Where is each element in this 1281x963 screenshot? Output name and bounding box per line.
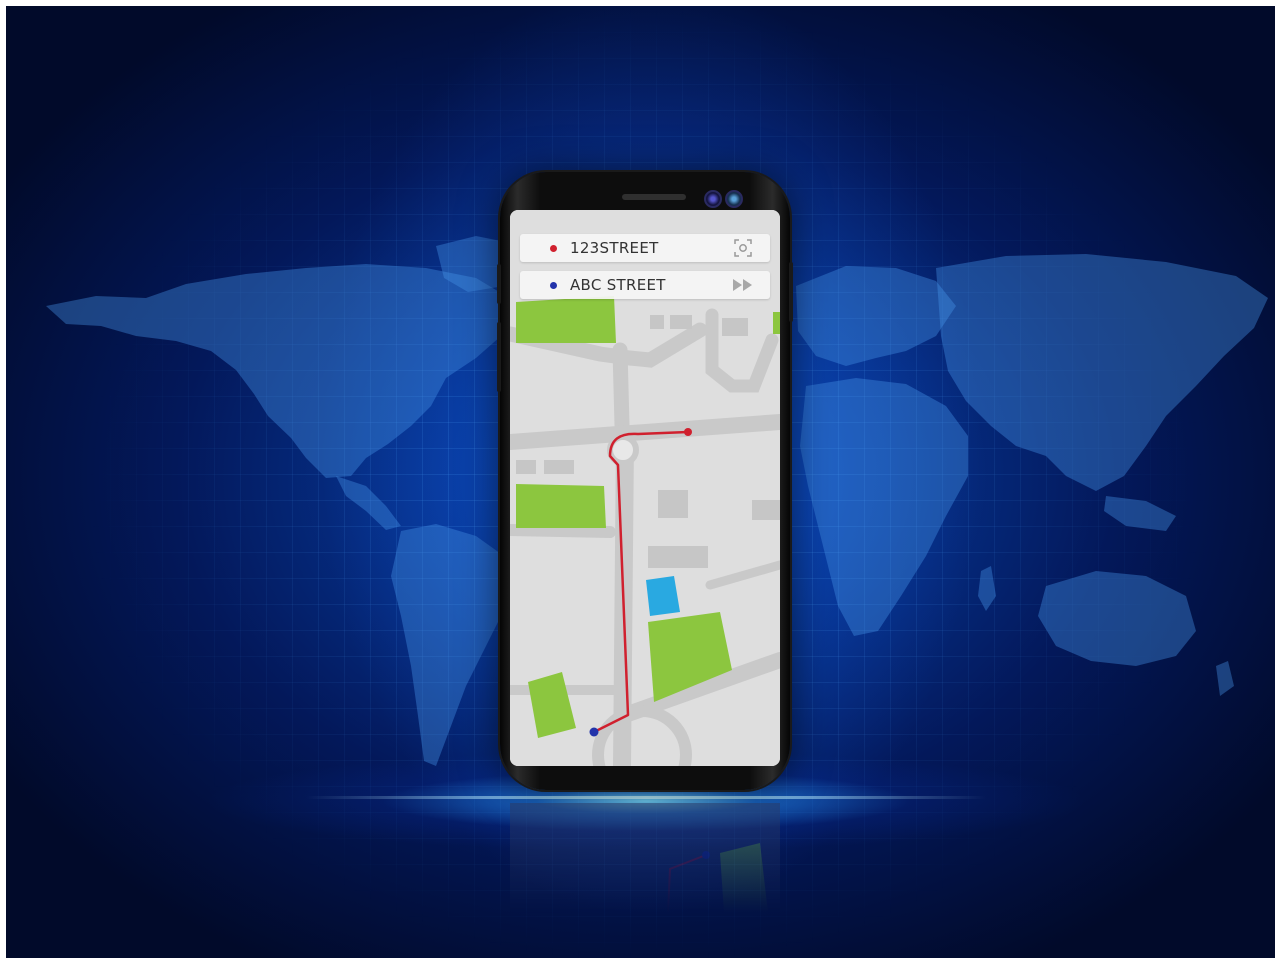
locate-target-icon[interactable] bbox=[730, 237, 756, 259]
park bbox=[773, 312, 780, 334]
sensor-icon bbox=[725, 190, 743, 208]
origin-marker[interactable] bbox=[684, 428, 692, 436]
map-screen[interactable]: 123STREET ABC STREET bbox=[510, 210, 780, 766]
park bbox=[516, 296, 616, 343]
earpiece-speaker bbox=[622, 194, 686, 200]
destination-pin-icon bbox=[550, 281, 557, 289]
building bbox=[650, 315, 664, 329]
volume-button-lower bbox=[497, 322, 501, 392]
origin-label: 123STREET bbox=[570, 239, 659, 257]
reflection-marker bbox=[702, 851, 710, 859]
front-camera-icon bbox=[704, 190, 722, 208]
destination-field[interactable]: ABC STREET bbox=[520, 271, 770, 299]
destination-marker[interactable] bbox=[589, 727, 599, 737]
power-button bbox=[789, 262, 793, 322]
phone-reflection bbox=[510, 803, 780, 913]
floor-light-line bbox=[306, 796, 986, 799]
origin-pin-icon bbox=[550, 244, 557, 252]
reflection-park bbox=[720, 843, 768, 913]
park bbox=[516, 484, 606, 528]
building bbox=[516, 460, 536, 474]
smartphone: 123STREET ABC STREET bbox=[497, 172, 793, 790]
building bbox=[648, 546, 708, 568]
building bbox=[658, 490, 688, 518]
road bbox=[612, 342, 630, 433]
building bbox=[752, 500, 780, 520]
origin-field[interactable]: 123STREET bbox=[520, 234, 770, 262]
road bbox=[510, 524, 616, 538]
building bbox=[722, 318, 748, 336]
fast-forward-icon[interactable] bbox=[730, 274, 756, 296]
building bbox=[670, 315, 692, 329]
destination-label: ABC STREET bbox=[570, 276, 666, 294]
water-area bbox=[646, 576, 680, 616]
volume-button bbox=[497, 264, 501, 304]
building bbox=[544, 460, 574, 474]
